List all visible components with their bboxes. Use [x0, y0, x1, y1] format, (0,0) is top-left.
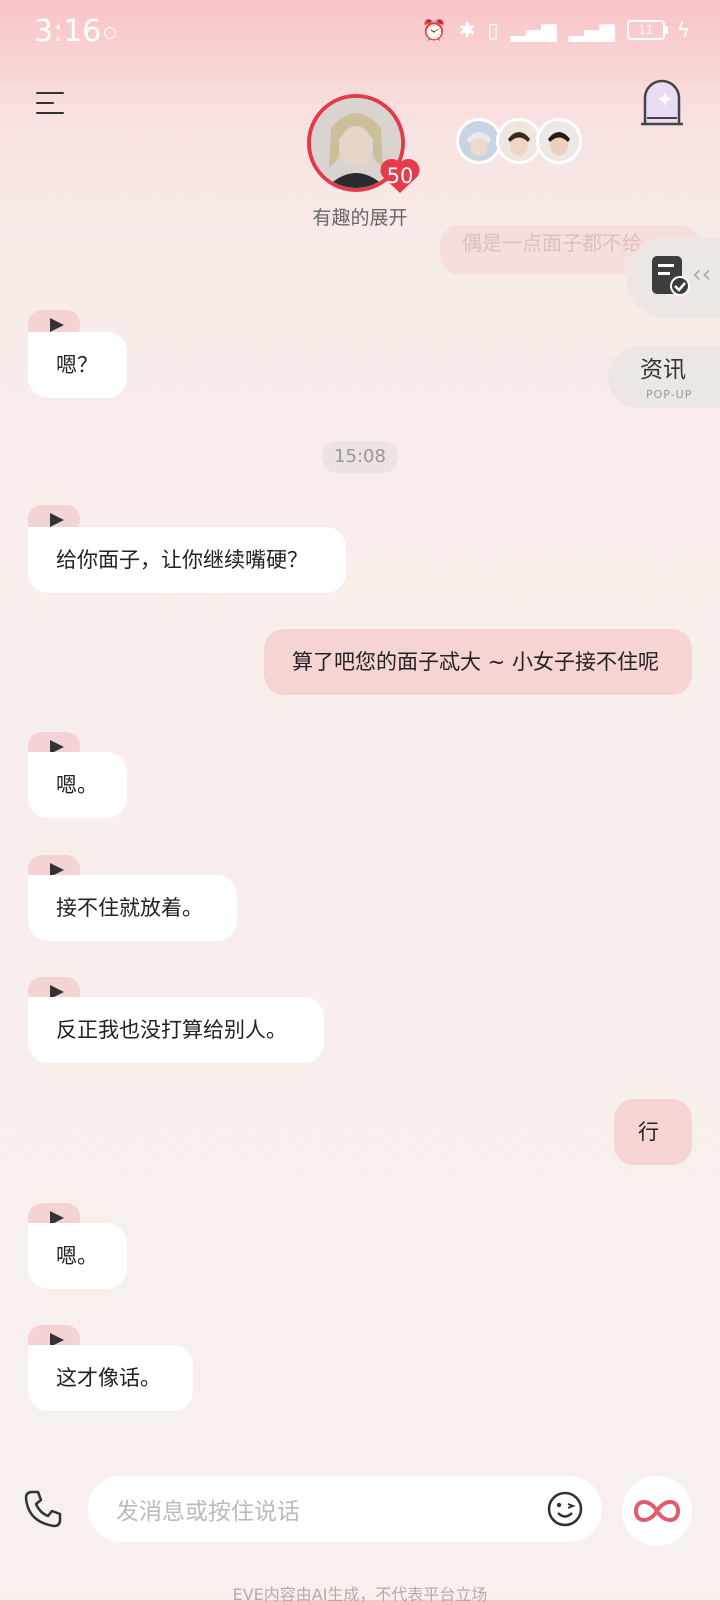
- phone-call-icon[interactable]: [22, 1488, 64, 1530]
- news-label: 资讯: [640, 357, 686, 383]
- message-bubble-outgoing: 算了吧您的面子忒大 ~ 小女子接不住呢: [264, 629, 692, 695]
- message-bubble-incoming: 给你面子，让你继续嘴硬？: [28, 527, 346, 593]
- input-placeholder: 发消息或按住说话: [116, 1499, 300, 1525]
- news-popup-button[interactable]: 资讯 POP-UP: [608, 346, 720, 408]
- affection-level: 50: [386, 164, 414, 188]
- message-bubble-incoming: 嗯。: [28, 752, 127, 818]
- alarm-icon: ⏰: [421, 18, 447, 42]
- scene-window-icon[interactable]: [637, 78, 687, 128]
- ai-disclaimer: EVE内容由AI生成，不代表平台立场: [232, 1585, 488, 1604]
- news-sublabel: POP-UP: [646, 388, 693, 401]
- message-bubble-incoming: 反正我也没打算给别人。: [28, 997, 324, 1063]
- message-bubble-incoming: 嗯？: [28, 332, 127, 398]
- chevron-left-icon: ‹‹: [692, 260, 712, 288]
- status-icons: ⏰ ✱ ▯ ▂▄▆ ▂▄▆ 11 ϟ: [422, 18, 690, 42]
- task-panel-button[interactable]: ‹‹: [626, 238, 720, 318]
- message-bubble-incoming: 嗯。: [28, 1223, 127, 1289]
- 5g-signal-icon: ▂▄▆: [510, 18, 557, 42]
- message-bubble-incoming: 这才像话。: [28, 1345, 193, 1411]
- battery-icon: 11: [626, 20, 668, 40]
- 5g-signal-icon: ▂▄▆: [568, 18, 615, 42]
- timestamp-chip: 15:08: [322, 441, 398, 473]
- message-bubble-incoming: 接不住就放着。: [28, 875, 237, 941]
- message-bubble-outgoing: 行: [614, 1099, 692, 1165]
- character-name: 有趣的展开: [312, 207, 408, 229]
- bluetooth-icon: ✱: [458, 18, 476, 42]
- status-time: 3:16: [34, 14, 102, 49]
- affection-heart-icon: 50: [378, 155, 422, 195]
- notification-dot-icon: [104, 27, 116, 39]
- infinity-button[interactable]: [622, 1476, 692, 1546]
- mini-avatar[interactable]: [536, 118, 582, 164]
- other-characters[interactable]: [456, 118, 582, 164]
- charging-icon: ϟ: [676, 18, 690, 42]
- battery-level: 11: [638, 23, 654, 37]
- emoji-icon[interactable]: [546, 1490, 584, 1528]
- menu-icon[interactable]: [36, 90, 66, 118]
- vibrate-icon: ▯: [487, 18, 499, 42]
